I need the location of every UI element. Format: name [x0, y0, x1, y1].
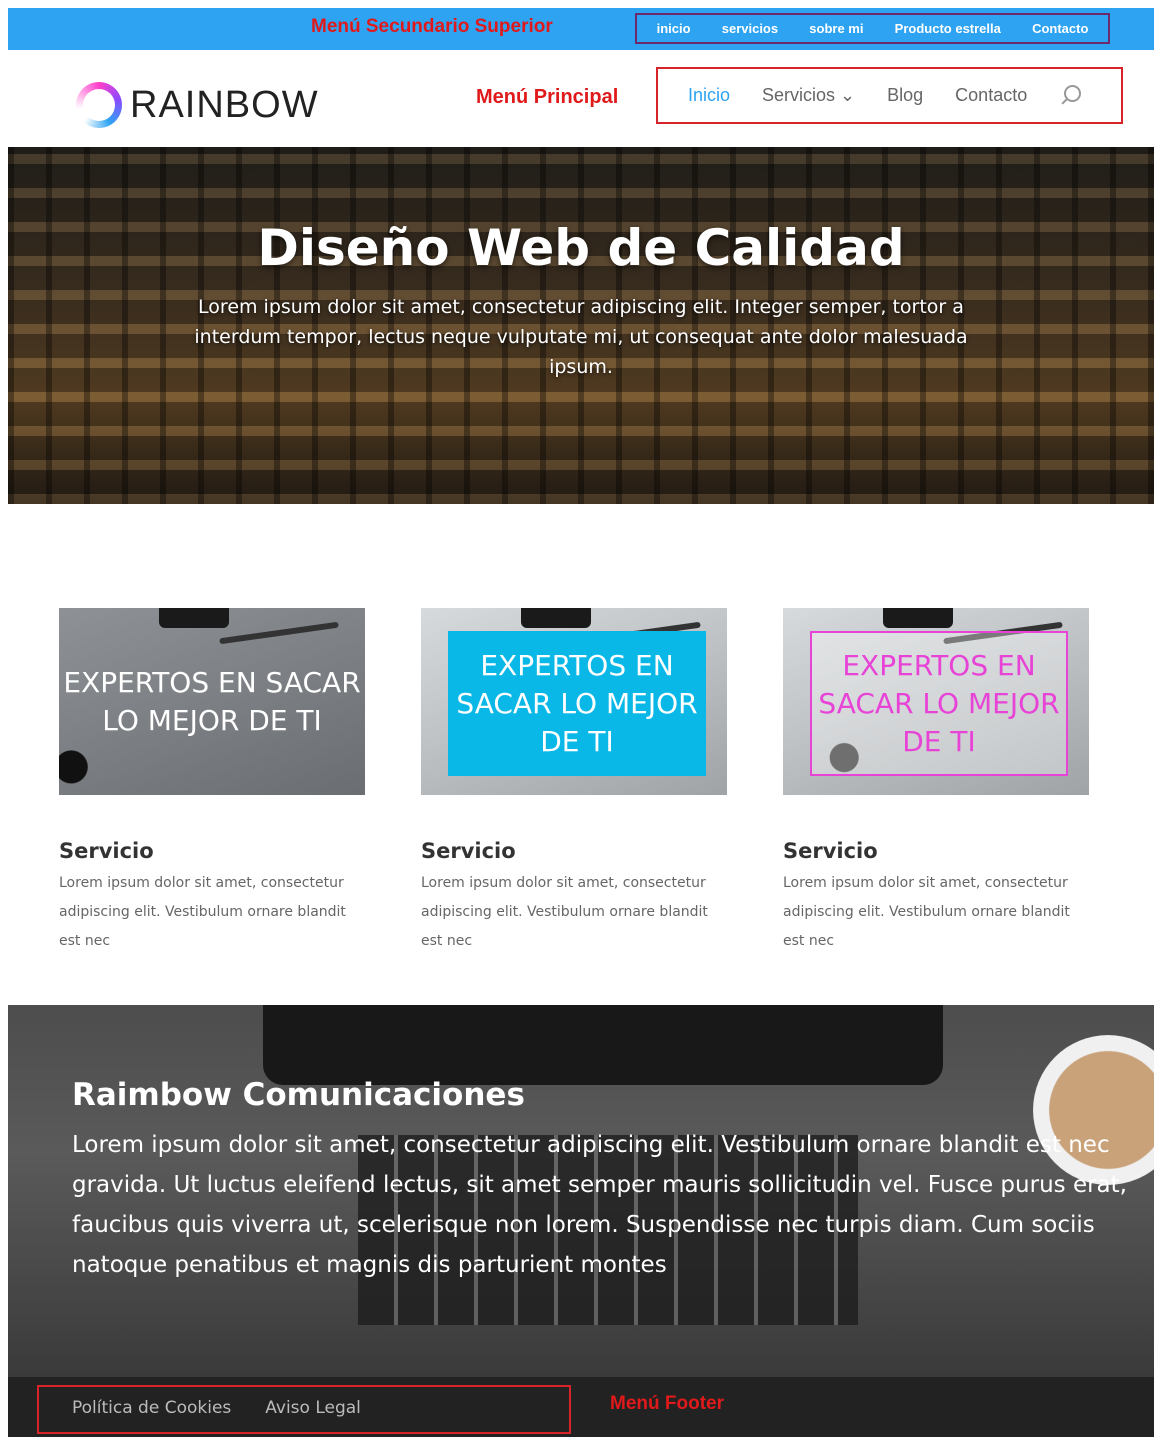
services-section: EXPERTOS EN SACAR LO MEJOR DE TI Servici… — [59, 608, 1099, 958]
service-card-image[interactable]: EXPERTOS EN SACAR LO MEJOR DE TI — [783, 608, 1089, 795]
footer-menu: Política de Cookies Aviso Legal — [72, 1398, 361, 1418]
footer-link-aviso-legal[interactable]: Aviso Legal — [265, 1398, 361, 1418]
secondary-menu: inicio servicios sobre mi Producto estre… — [635, 13, 1110, 44]
service-card-title: Servicio — [783, 839, 878, 863]
main-menu-item-inicio[interactable]: Inicio — [688, 85, 730, 106]
service-card-overlay-text: EXPERTOS EN SACAR LO MEJOR DE TI — [63, 665, 361, 737]
service-card-text: Lorem ipsum dolor sit amet, consectetur … — [783, 875, 1070, 949]
about-section: Raimbow Comunicaciones Lorem ipsum dolor… — [8, 1005, 1154, 1377]
hero-banner: Diseño Web de Calidad Lorem ipsum dolor … — [8, 147, 1154, 504]
main-menu-item-blog[interactable]: Blog — [887, 85, 923, 106]
main-menu: Inicio Servicios ⌄ Blog Contacto — [668, 67, 1123, 124]
footer-link-cookies[interactable]: Política de Cookies — [72, 1398, 231, 1418]
search-icon[interactable] — [1059, 84, 1082, 107]
service-card: EXPERTOS EN SACAR LO MEJOR DE TI Servici… — [783, 608, 1089, 956]
annotation-footer-menu: Menú Footer — [610, 1393, 724, 1414]
page-frame: Menú Secundario Superior inicio servicio… — [8, 8, 1154, 1437]
secondary-menu-item-inicio[interactable]: inicio — [657, 21, 691, 36]
secondary-menu-item-contacto[interactable]: Contacto — [1032, 21, 1088, 36]
annotation-main-menu: Menú Principal — [476, 86, 619, 108]
annotation-secondary-menu: Menú Secundario Superior — [311, 16, 553, 37]
site-logo[interactable]: RAINBOW — [76, 82, 319, 128]
service-card-image[interactable]: EXPERTOS EN SACAR LO MEJOR DE TI — [59, 608, 365, 795]
secondary-menu-item-servicios[interactable]: servicios — [722, 21, 778, 36]
main-menu-item-contacto[interactable]: Contacto — [955, 85, 1027, 106]
service-card-image[interactable]: EXPERTOS EN SACAR LO MEJOR DE TI — [421, 608, 727, 795]
service-card-title: Servicio — [421, 839, 516, 863]
service-card-text: Lorem ipsum dolor sit amet, consectetur … — [421, 875, 708, 949]
service-card-overlay-text: EXPERTOS EN SACAR LO MEJOR DE TI — [448, 631, 706, 776]
hero-title: Diseño Web de Calidad — [257, 219, 905, 277]
hero-subtitle: Lorem ipsum dolor sit amet, consectetur … — [194, 296, 968, 378]
service-card-title: Servicio — [59, 839, 154, 863]
phone-image — [883, 608, 953, 628]
about-title: Raimbow Comunicaciones — [72, 1077, 525, 1113]
rainbow-ring-icon — [76, 82, 122, 128]
logo-text: RAINBOW — [130, 83, 319, 126]
about-text: Lorem ipsum dolor sit amet, consectetur … — [72, 1132, 1127, 1278]
service-card: EXPERTOS EN SACAR LO MEJOR DE TI Servici… — [421, 608, 727, 956]
service-card-text: Lorem ipsum dolor sit amet, consectetur … — [59, 875, 346, 949]
secondary-menu-item-producto-estrella[interactable]: Producto estrella — [895, 21, 1001, 36]
service-card-overlay-text: EXPERTOS EN SACAR LO MEJOR DE TI — [810, 631, 1068, 776]
phone-image — [521, 608, 591, 628]
main-menu-item-servicios[interactable]: Servicios ⌄ — [762, 85, 855, 106]
laptop-image — [263, 1005, 943, 1085]
secondary-menu-item-sobre-mi[interactable]: sobre mi — [809, 21, 863, 36]
service-card: EXPERTOS EN SACAR LO MEJOR DE TI Servici… — [59, 608, 365, 956]
